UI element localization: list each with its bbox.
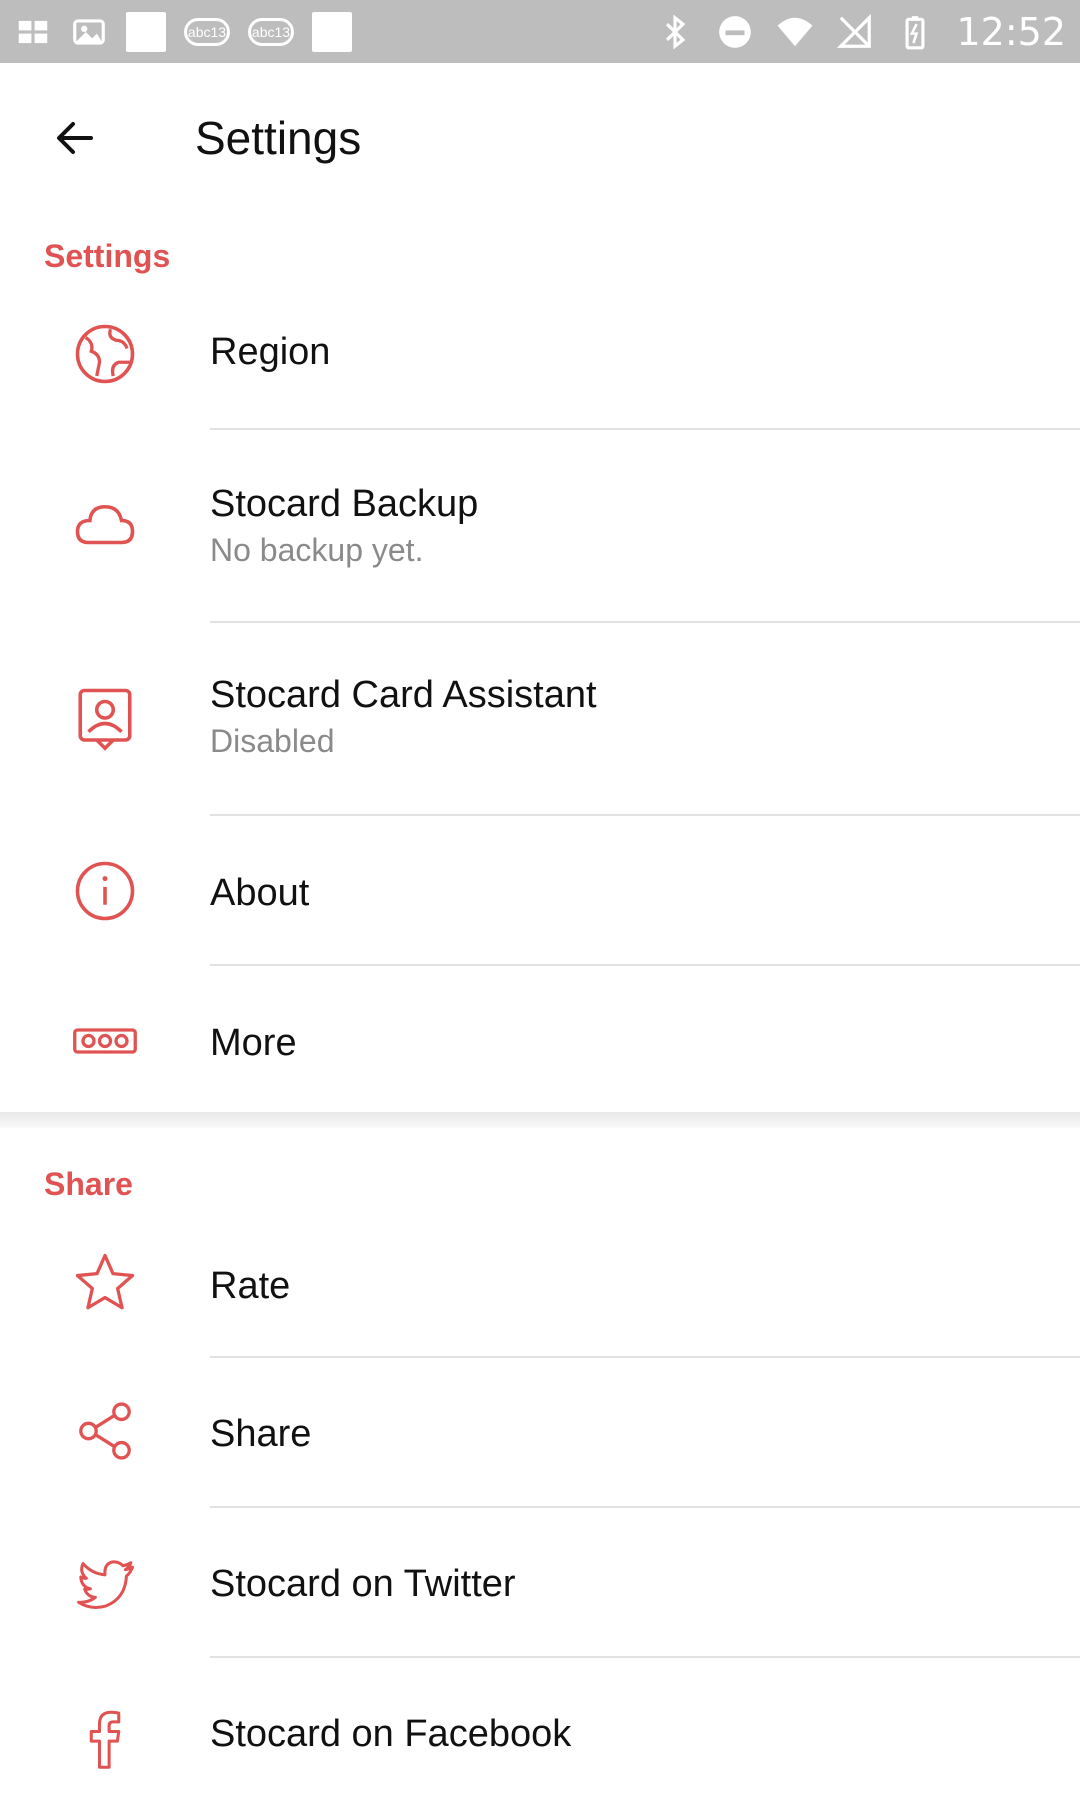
assistant-icon — [70, 683, 140, 753]
photo-icon — [70, 13, 108, 51]
settings-item-label: Stocard Backup — [210, 483, 479, 525]
dnd-icon — [716, 13, 754, 51]
star-icon — [70, 1248, 140, 1318]
share-item-share[interactable]: Share — [0, 1358, 1080, 1508]
no-sim-icon — [836, 13, 874, 51]
settings-item-label: About — [210, 872, 310, 914]
status-bar-system: 12:52 — [656, 10, 1066, 54]
bluetooth-icon — [656, 13, 694, 51]
info-icon — [70, 856, 140, 926]
section-separator — [0, 1112, 1080, 1128]
gallery-icon — [14, 13, 52, 51]
more-icon — [70, 1006, 140, 1076]
twitter-icon — [70, 1550, 140, 1620]
settings-item-label: More — [210, 1022, 297, 1064]
globe-icon — [70, 319, 140, 389]
share-icon — [70, 1396, 140, 1466]
battery-icon — [896, 13, 934, 51]
share-item-label: Stocard on Facebook — [210, 1713, 572, 1755]
status-bar-notifications: abc13 abc13 — [14, 11, 352, 52]
settings-item-card-assistant[interactable]: Stocard Card Assistant Disabled — [0, 623, 1080, 815]
settings-item-backup[interactable]: Stocard Backup No backup yet. — [0, 430, 1080, 622]
settings-item-label: Region — [210, 331, 331, 373]
share-item-label: Share — [210, 1413, 312, 1455]
settings-item-more[interactable]: More — [0, 966, 1080, 1116]
wifi-icon — [776, 13, 814, 51]
status-bar: abc13 abc13 12:52 — [0, 0, 1080, 63]
notification-icon — [126, 11, 166, 52]
assistant-status: Disabled — [210, 723, 335, 759]
backup-status: No backup yet. — [210, 532, 424, 568]
share-item-twitter[interactable]: Stocard on Twitter — [0, 1508, 1080, 1658]
cloud-icon — [70, 491, 140, 561]
share-item-label: Stocard on Twitter — [210, 1563, 516, 1605]
back-button[interactable] — [0, 63, 150, 213]
notification-icon — [312, 11, 352, 52]
settings-item-region[interactable]: Region — [0, 280, 1080, 430]
badge-abc13: abc13 — [248, 17, 294, 46]
section-header-settings: Settings — [44, 238, 171, 274]
badge-abc13: abc13 — [184, 17, 230, 46]
section-header-share: Share — [44, 1166, 133, 1202]
settings-item-label: Stocard Card Assistant — [210, 674, 597, 716]
facebook-icon — [70, 1702, 140, 1772]
page-title: Settings — [195, 112, 362, 164]
status-time: 12:52 — [956, 9, 1066, 54]
toolbar: Settings — [0, 63, 1080, 213]
share-item-label: Rate — [210, 1265, 291, 1307]
share-item-rate[interactable]: Rate — [0, 1208, 1080, 1358]
share-item-facebook[interactable]: Stocard on Facebook — [0, 1658, 1080, 1794]
settings-item-about[interactable]: About — [0, 816, 1080, 966]
arrow-left-icon — [57, 122, 93, 154]
